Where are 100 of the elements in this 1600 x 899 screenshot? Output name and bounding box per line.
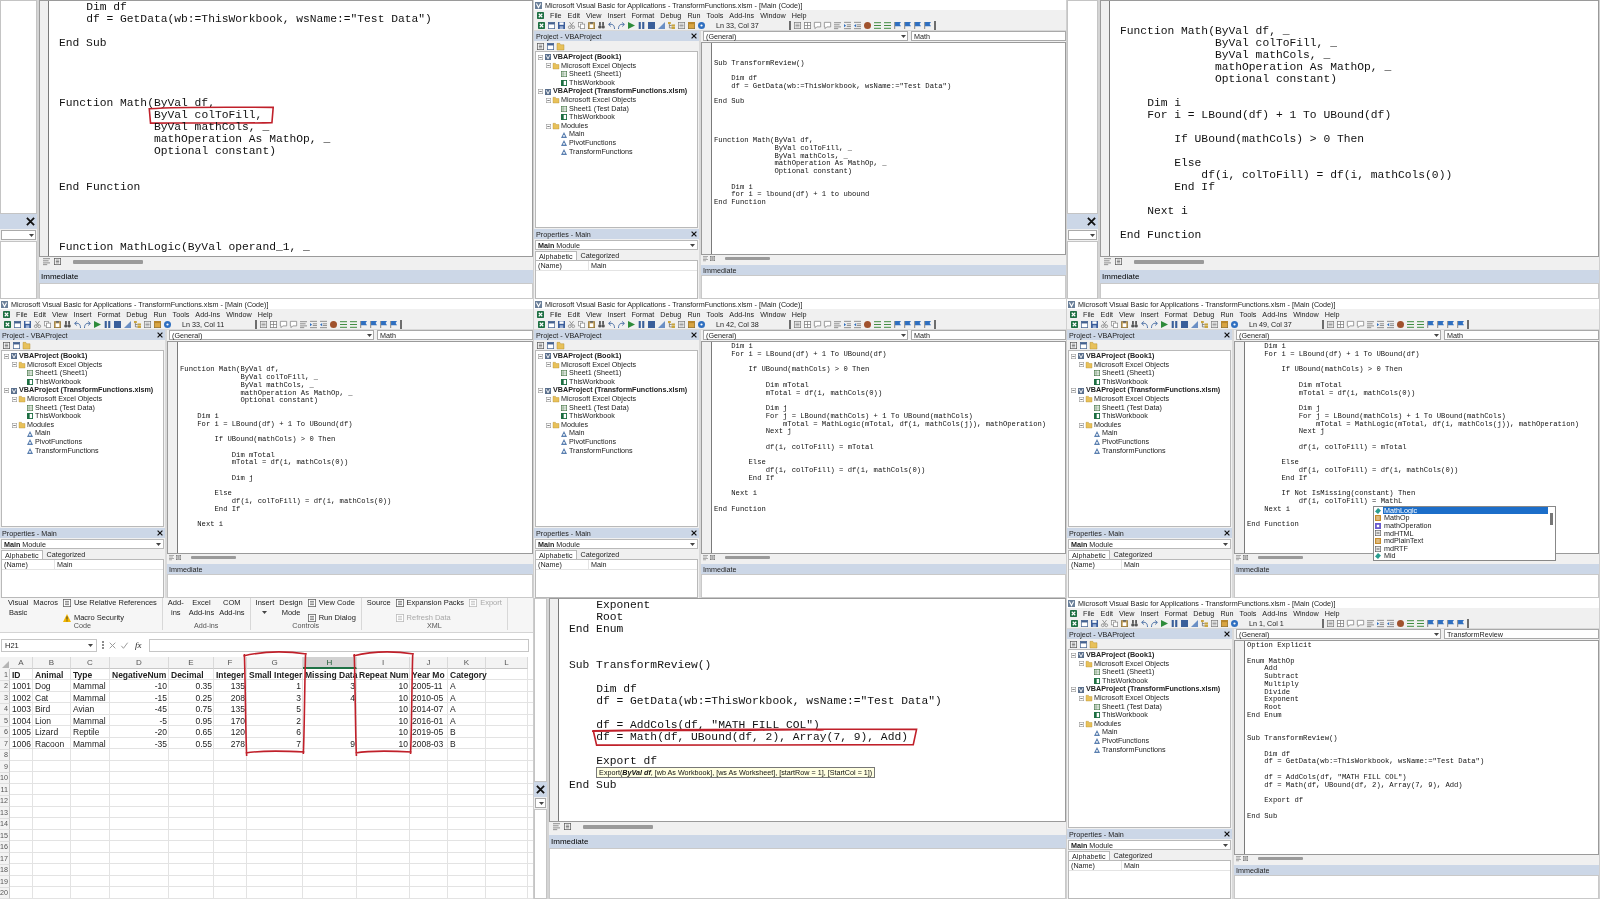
stripes-icon[interactable] [340,320,347,328]
page-lines-icon[interactable] [1070,341,1077,349]
caret-icon[interactable] [1434,333,1439,337]
flag-icon[interactable] [894,21,901,29]
column-header[interactable]: C [71,657,110,669]
stop-icon[interactable] [648,21,655,29]
hierarchy-icon[interactable] [1201,619,1208,627]
list-icon[interactable] [678,21,685,29]
box-icon[interactable] [154,320,161,328]
play-icon[interactable] [1161,619,1168,627]
indent-icon[interactable] [844,320,851,328]
text-lines-icon[interactable] [703,256,708,261]
scrollbar-thumb[interactable] [725,556,770,559]
close-icon[interactable] [691,332,697,338]
clipboard-icon[interactable] [588,320,595,328]
stripes-icon[interactable] [884,21,891,29]
minus-box-icon[interactable] [546,422,551,428]
page-lines-icon[interactable] [3,341,10,349]
list-icon[interactable] [260,320,267,328]
dot-icon[interactable] [1397,320,1404,328]
page-lines-icon[interactable] [537,42,544,50]
scrollbar-thumb[interactable] [583,824,653,829]
spreadsheet-icon[interactable] [538,21,545,29]
flag-icon[interactable] [1457,619,1464,627]
minus-box-icon[interactable] [538,89,543,95]
play-icon[interactable] [94,320,101,328]
spreadsheet-icon[interactable] [4,320,11,328]
list-icon[interactable] [678,320,685,328]
flag-icon[interactable] [390,320,397,328]
dot-icon[interactable] [864,320,871,328]
list-icon[interactable] [794,21,801,29]
scrollbar-thumb[interactable] [1258,857,1303,860]
minus-box-icon[interactable] [1071,687,1076,693]
page-lines-icon[interactable] [54,258,61,265]
redo-icon[interactable] [1151,320,1158,328]
immediate-field[interactable] [1234,574,1599,598]
code-editor[interactable] [701,341,1066,554]
window-icon[interactable] [547,42,554,50]
text-lines-icon[interactable] [1367,320,1374,328]
flag-icon[interactable] [1437,320,1444,328]
caret-icon[interactable] [690,243,695,247]
spreadsheet-icon[interactable] [1070,609,1077,617]
caret-icon[interactable] [262,611,268,614]
caret-icon[interactable] [29,233,34,237]
caret-icon[interactable] [156,542,161,546]
binoculars-icon[interactable] [598,21,605,29]
spreadsheet-icon[interactable] [1070,310,1077,318]
minus-box-icon[interactable] [1079,396,1084,402]
play-icon[interactable] [628,320,635,328]
undo-icon[interactable] [608,21,615,29]
pause-icon[interactable] [1171,619,1178,627]
immediate-field[interactable] [39,283,533,299]
column-header[interactable]: H [303,657,357,669]
caret-icon[interactable] [901,34,906,38]
flag-icon[interactable] [370,320,377,328]
hierarchy-icon[interactable] [668,21,675,29]
immediate-field[interactable] [167,574,533,598]
pause-icon[interactable] [1171,320,1178,328]
immediate-field[interactable] [1234,875,1599,899]
save-icon[interactable] [1091,320,1098,328]
minus-box-icon[interactable] [538,388,543,394]
page-lines-icon[interactable] [710,555,715,560]
flag-icon[interactable] [914,320,921,328]
minus-box-icon[interactable] [538,54,543,60]
page-lines-icon[interactable] [564,823,571,830]
list-icon[interactable] [144,320,151,328]
minus-box-icon[interactable] [4,353,9,359]
undo-icon[interactable] [74,320,81,328]
box-icon[interactable] [688,21,695,29]
page-lines-icon[interactable] [176,555,181,560]
close-icon[interactable] [157,332,163,338]
column-header[interactable]: L [486,657,528,669]
stripes-icon[interactable] [884,320,891,328]
check-icon[interactable] [121,641,128,649]
list-icon[interactable] [1327,320,1334,328]
dot-icon[interactable] [1397,619,1404,627]
box-icon[interactable] [688,320,695,328]
spreadsheet-icon[interactable] [3,310,10,318]
column-header[interactable]: B [33,657,71,669]
clipboard-icon[interactable] [588,21,595,29]
stripes-icon[interactable] [1417,320,1424,328]
stripes-icon[interactable] [874,320,881,328]
copy-icon[interactable] [1111,320,1118,328]
save-icon[interactable] [24,320,31,328]
outdent-icon[interactable] [854,21,861,29]
pause-icon[interactable] [638,320,645,328]
window-icon[interactable] [548,21,555,29]
grid-icon[interactable] [1337,320,1344,328]
undo-icon[interactable] [1141,320,1148,328]
list-icon[interactable] [1211,619,1218,627]
minus-box-icon[interactable] [1079,721,1084,727]
clipboard-icon[interactable] [1121,320,1128,328]
column-header[interactable]: F [214,657,247,669]
column-header[interactable]: G [247,657,303,669]
help-icon[interactable] [698,21,705,29]
close-icon[interactable] [1087,217,1096,226]
flag-icon[interactable] [904,21,911,29]
stripes-icon[interactable] [1407,619,1414,627]
copy-icon[interactable] [1111,619,1118,627]
page-lines-icon[interactable] [710,256,715,261]
